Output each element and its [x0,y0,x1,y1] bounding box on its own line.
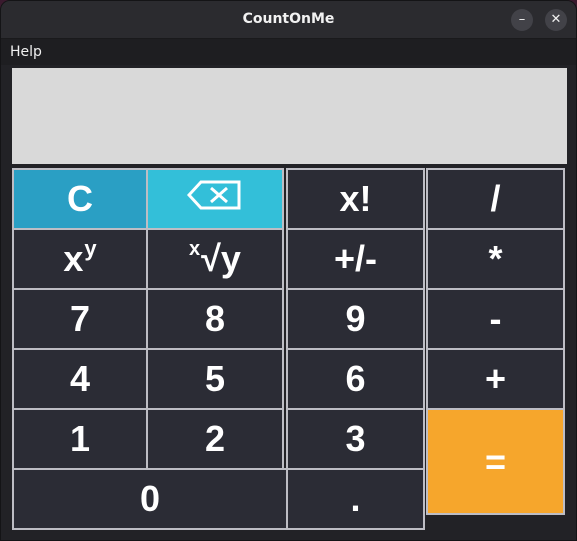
minimize-button[interactable]: – [511,9,533,31]
negate-button[interactable]: +/- [286,228,425,290]
backspace-button[interactable] [146,168,284,230]
digit-9-button[interactable]: 9 [286,288,425,350]
decimal-button[interactable]: . [286,468,425,530]
power-base: x [63,238,84,279]
factorial-button[interactable]: x! [286,168,425,230]
digit-1-button[interactable]: 1 [12,408,148,470]
digit-6-button[interactable]: 6 [286,348,425,410]
power-button[interactable]: xy [12,228,148,290]
root-button[interactable]: x √y [146,228,284,290]
calculator-display [12,68,567,164]
minus-button[interactable]: - [426,288,565,350]
plus-button[interactable]: + [426,348,565,410]
clear-button[interactable]: C [12,168,148,230]
title-bar[interactable]: CountOnMe – ✕ [1,1,576,39]
minimize-icon: – [518,12,526,27]
digit-7-button[interactable]: 7 [12,288,148,350]
power-exponent: y [84,236,97,261]
root-body: √y [201,238,241,279]
equals-button[interactable]: = [426,408,565,515]
close-button[interactable]: ✕ [545,9,567,31]
digit-0-button[interactable]: 0 [12,468,288,530]
multiply-button[interactable]: * [426,228,565,290]
digit-8-button[interactable]: 8 [146,288,284,350]
menu-bar: Help [1,39,576,65]
digit-2-button[interactable]: 2 [146,408,284,470]
close-icon: ✕ [550,12,562,27]
keypad: C x! / xy x √y +/- * 7 8 9 - 4 5 6 + 1 2… [12,168,565,530]
app-window: CountOnMe – ✕ Help C x! / xy x √y +/- * … [0,0,577,541]
menu-help[interactable]: Help [10,44,42,60]
root-index: x [189,237,201,260]
digit-4-button[interactable]: 4 [12,348,148,410]
digit-3-button[interactable]: 3 [286,408,425,470]
window-title: CountOnMe [242,11,335,27]
digit-5-button[interactable]: 5 [146,348,284,410]
backspace-icon [186,178,243,220]
divide-button[interactable]: / [426,168,565,230]
